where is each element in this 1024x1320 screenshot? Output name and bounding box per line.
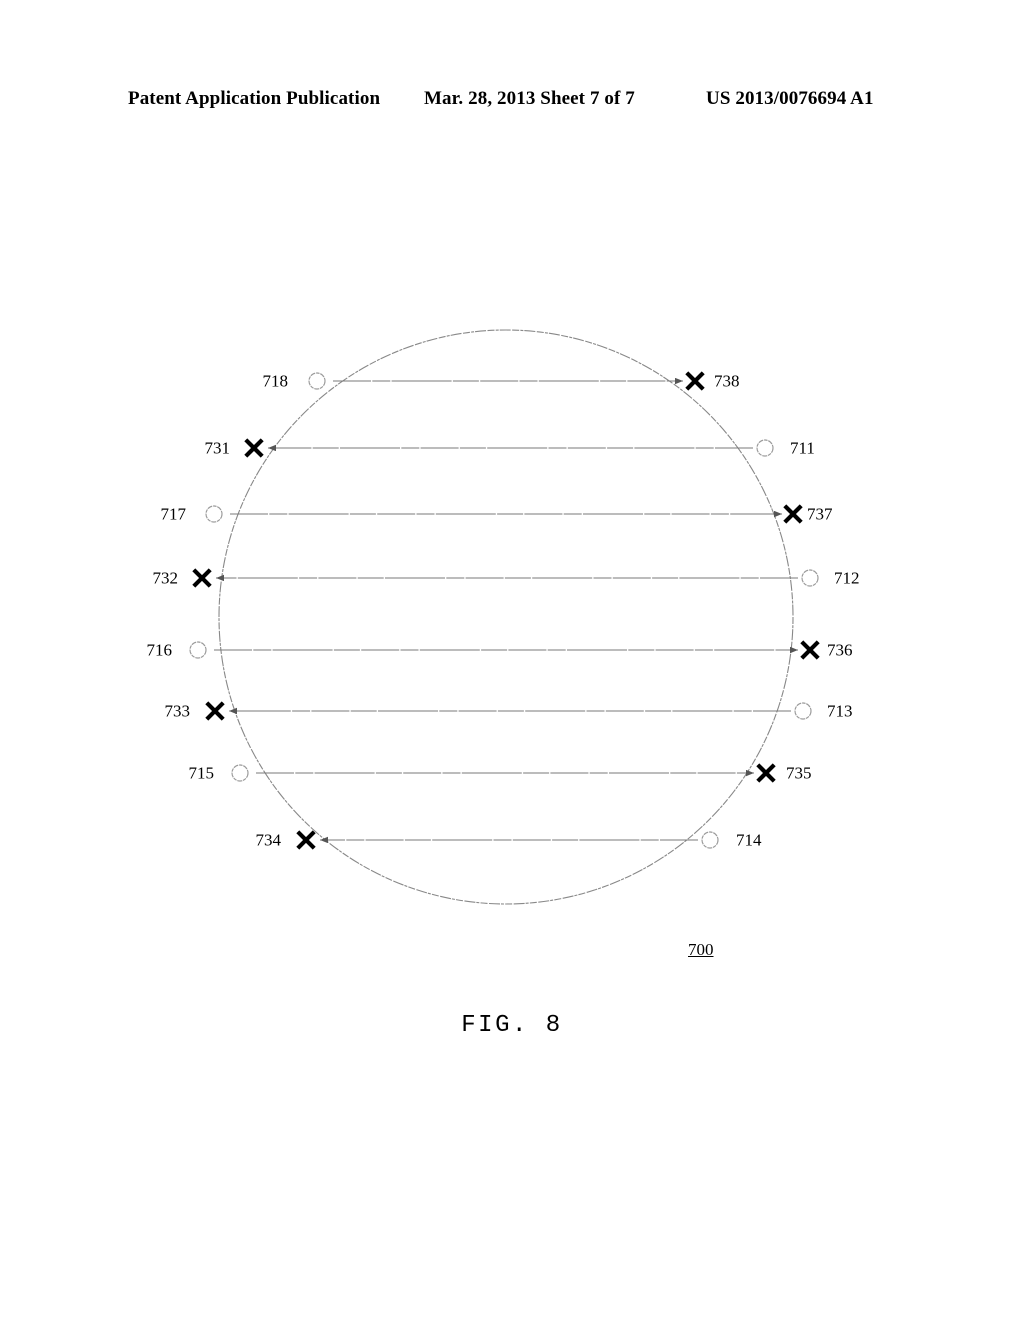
ref-numeral-712: 712 xyxy=(834,568,860,588)
ref-numeral-716: 716 xyxy=(146,640,173,660)
target-marker-734 xyxy=(296,830,316,850)
target-marker-737 xyxy=(783,504,803,524)
ref-numeral-715: 715 xyxy=(188,763,215,783)
source-marker-714 xyxy=(701,831,719,849)
ref-numeral-714: 714 xyxy=(736,830,762,850)
source-marker-715 xyxy=(231,764,249,782)
target-marker-735 xyxy=(756,763,776,783)
figure-8-drawing: 718 738 711 731 717 737 712 732 716 736 713 733 715 7… xyxy=(0,0,1024,1320)
wafer-diagram-svg xyxy=(189,329,820,905)
source-marker-711 xyxy=(756,439,774,457)
ref-numeral-713: 713 xyxy=(827,701,853,721)
ref-numeral-734: 734 xyxy=(255,830,282,850)
source-marker-712 xyxy=(801,569,819,587)
ref-numeral-717: 717 xyxy=(160,504,187,524)
target-marker-732 xyxy=(192,568,212,588)
ref-numeral-732: 732 xyxy=(152,568,179,588)
source-marker-717 xyxy=(205,505,223,523)
ref-numeral-736: 736 xyxy=(827,640,853,660)
wafer-outline-circle xyxy=(218,329,794,905)
source-marker-716 xyxy=(189,641,207,659)
source-marker-718 xyxy=(308,372,326,390)
ref-numeral-737: 737 xyxy=(807,504,833,524)
ref-numeral-735: 735 xyxy=(786,763,812,783)
source-marker-713 xyxy=(794,702,812,720)
ref-numeral-711: 711 xyxy=(790,438,815,458)
figure-caption: FIG. 8 xyxy=(461,1012,563,1039)
target-marker-733 xyxy=(205,701,225,721)
target-marker-731 xyxy=(244,438,264,458)
ref-numeral-733: 733 xyxy=(164,701,191,721)
ref-numeral-731: 731 xyxy=(204,438,231,458)
target-marker-736 xyxy=(800,640,820,660)
ref-numeral-738: 738 xyxy=(714,371,740,391)
figure-identifier-700: 700 xyxy=(688,940,714,959)
ref-numeral-718: 718 xyxy=(262,371,289,391)
target-marker-738 xyxy=(685,371,705,391)
